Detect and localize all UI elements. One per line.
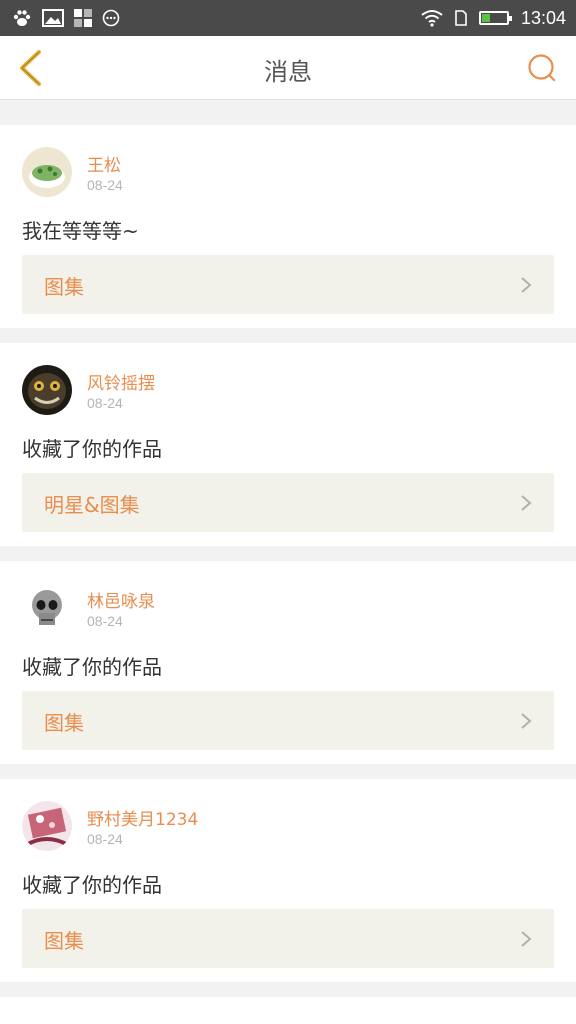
dots-circle-icon (102, 9, 120, 27)
grid-icon (74, 9, 92, 27)
status-bar: 13:04 (0, 0, 576, 36)
floral-avatar-image (22, 801, 72, 851)
search-icon (528, 54, 556, 82)
sim-icon (455, 10, 467, 26)
message-date: 08-24 (87, 177, 123, 193)
username[interactable]: 林邑咏泉 (87, 587, 155, 612)
album-name: 明星&图集 (44, 493, 140, 517)
message-date: 08-24 (87, 831, 123, 847)
status-bar-system: 13:04 (421, 6, 566, 30)
album-name: 图集 (44, 929, 84, 953)
album-link[interactable]: 明星&图集 (22, 473, 554, 532)
message-item[interactable]: 风铃摇摆 08-24 收藏了你的作品 明星&图集 (0, 343, 576, 546)
message-date: 08-24 (87, 395, 123, 411)
message-item[interactable]: 野村美月1234 08-24 收藏了你的作品 图集 (0, 779, 576, 982)
album-name: 图集 (44, 711, 84, 735)
message-text: 我在等等等~ (22, 219, 139, 243)
search-button[interactable] (524, 50, 560, 86)
message-item-partial[interactable] (0, 997, 576, 1024)
app-header: 消息 (0, 36, 576, 100)
status-bar-notifications (12, 7, 120, 29)
message-list: 王松 08-24 我在等等等~ 图集 风铃摇摆 08-24 收藏了你的作品 明星… (0, 125, 576, 1024)
album-name: 图集 (44, 275, 84, 299)
cake-avatar-image (22, 147, 72, 197)
battery-icon (478, 11, 512, 25)
chevron-right-icon (521, 495, 532, 511)
avatar[interactable] (22, 801, 72, 851)
username[interactable]: 野村美月1234 (87, 805, 198, 830)
status-time: 13:04 (520, 7, 566, 28)
chevron-right-icon (521, 931, 532, 947)
message-item[interactable]: 王松 08-24 我在等等等~ 图集 (0, 125, 576, 328)
album-link[interactable]: 图集 (22, 255, 554, 314)
chevron-right-icon (521, 277, 532, 293)
album-link[interactable]: 图集 (22, 909, 554, 968)
message-date: 08-24 (87, 613, 123, 629)
skull-avatar-image (22, 583, 72, 633)
avatar[interactable] (22, 365, 72, 415)
avatar[interactable] (22, 583, 72, 633)
avatar[interactable] (22, 147, 72, 197)
monster-avatar-image (22, 365, 72, 415)
image-icon (42, 9, 64, 27)
wifi-icon (421, 10, 443, 27)
message-text: 收藏了你的作品 (22, 655, 162, 679)
chevron-right-icon (521, 713, 532, 729)
message-text: 收藏了你的作品 (22, 437, 162, 461)
username[interactable]: 风铃摇摆 (87, 369, 155, 394)
message-text: 收藏了你的作品 (22, 873, 162, 897)
album-link[interactable]: 图集 (22, 691, 554, 750)
username[interactable]: 王松 (87, 151, 121, 176)
paw-icon (13, 10, 31, 26)
message-item[interactable]: 林邑咏泉 08-24 收藏了你的作品 图集 (0, 561, 576, 764)
page-title: 消息 (264, 58, 312, 86)
